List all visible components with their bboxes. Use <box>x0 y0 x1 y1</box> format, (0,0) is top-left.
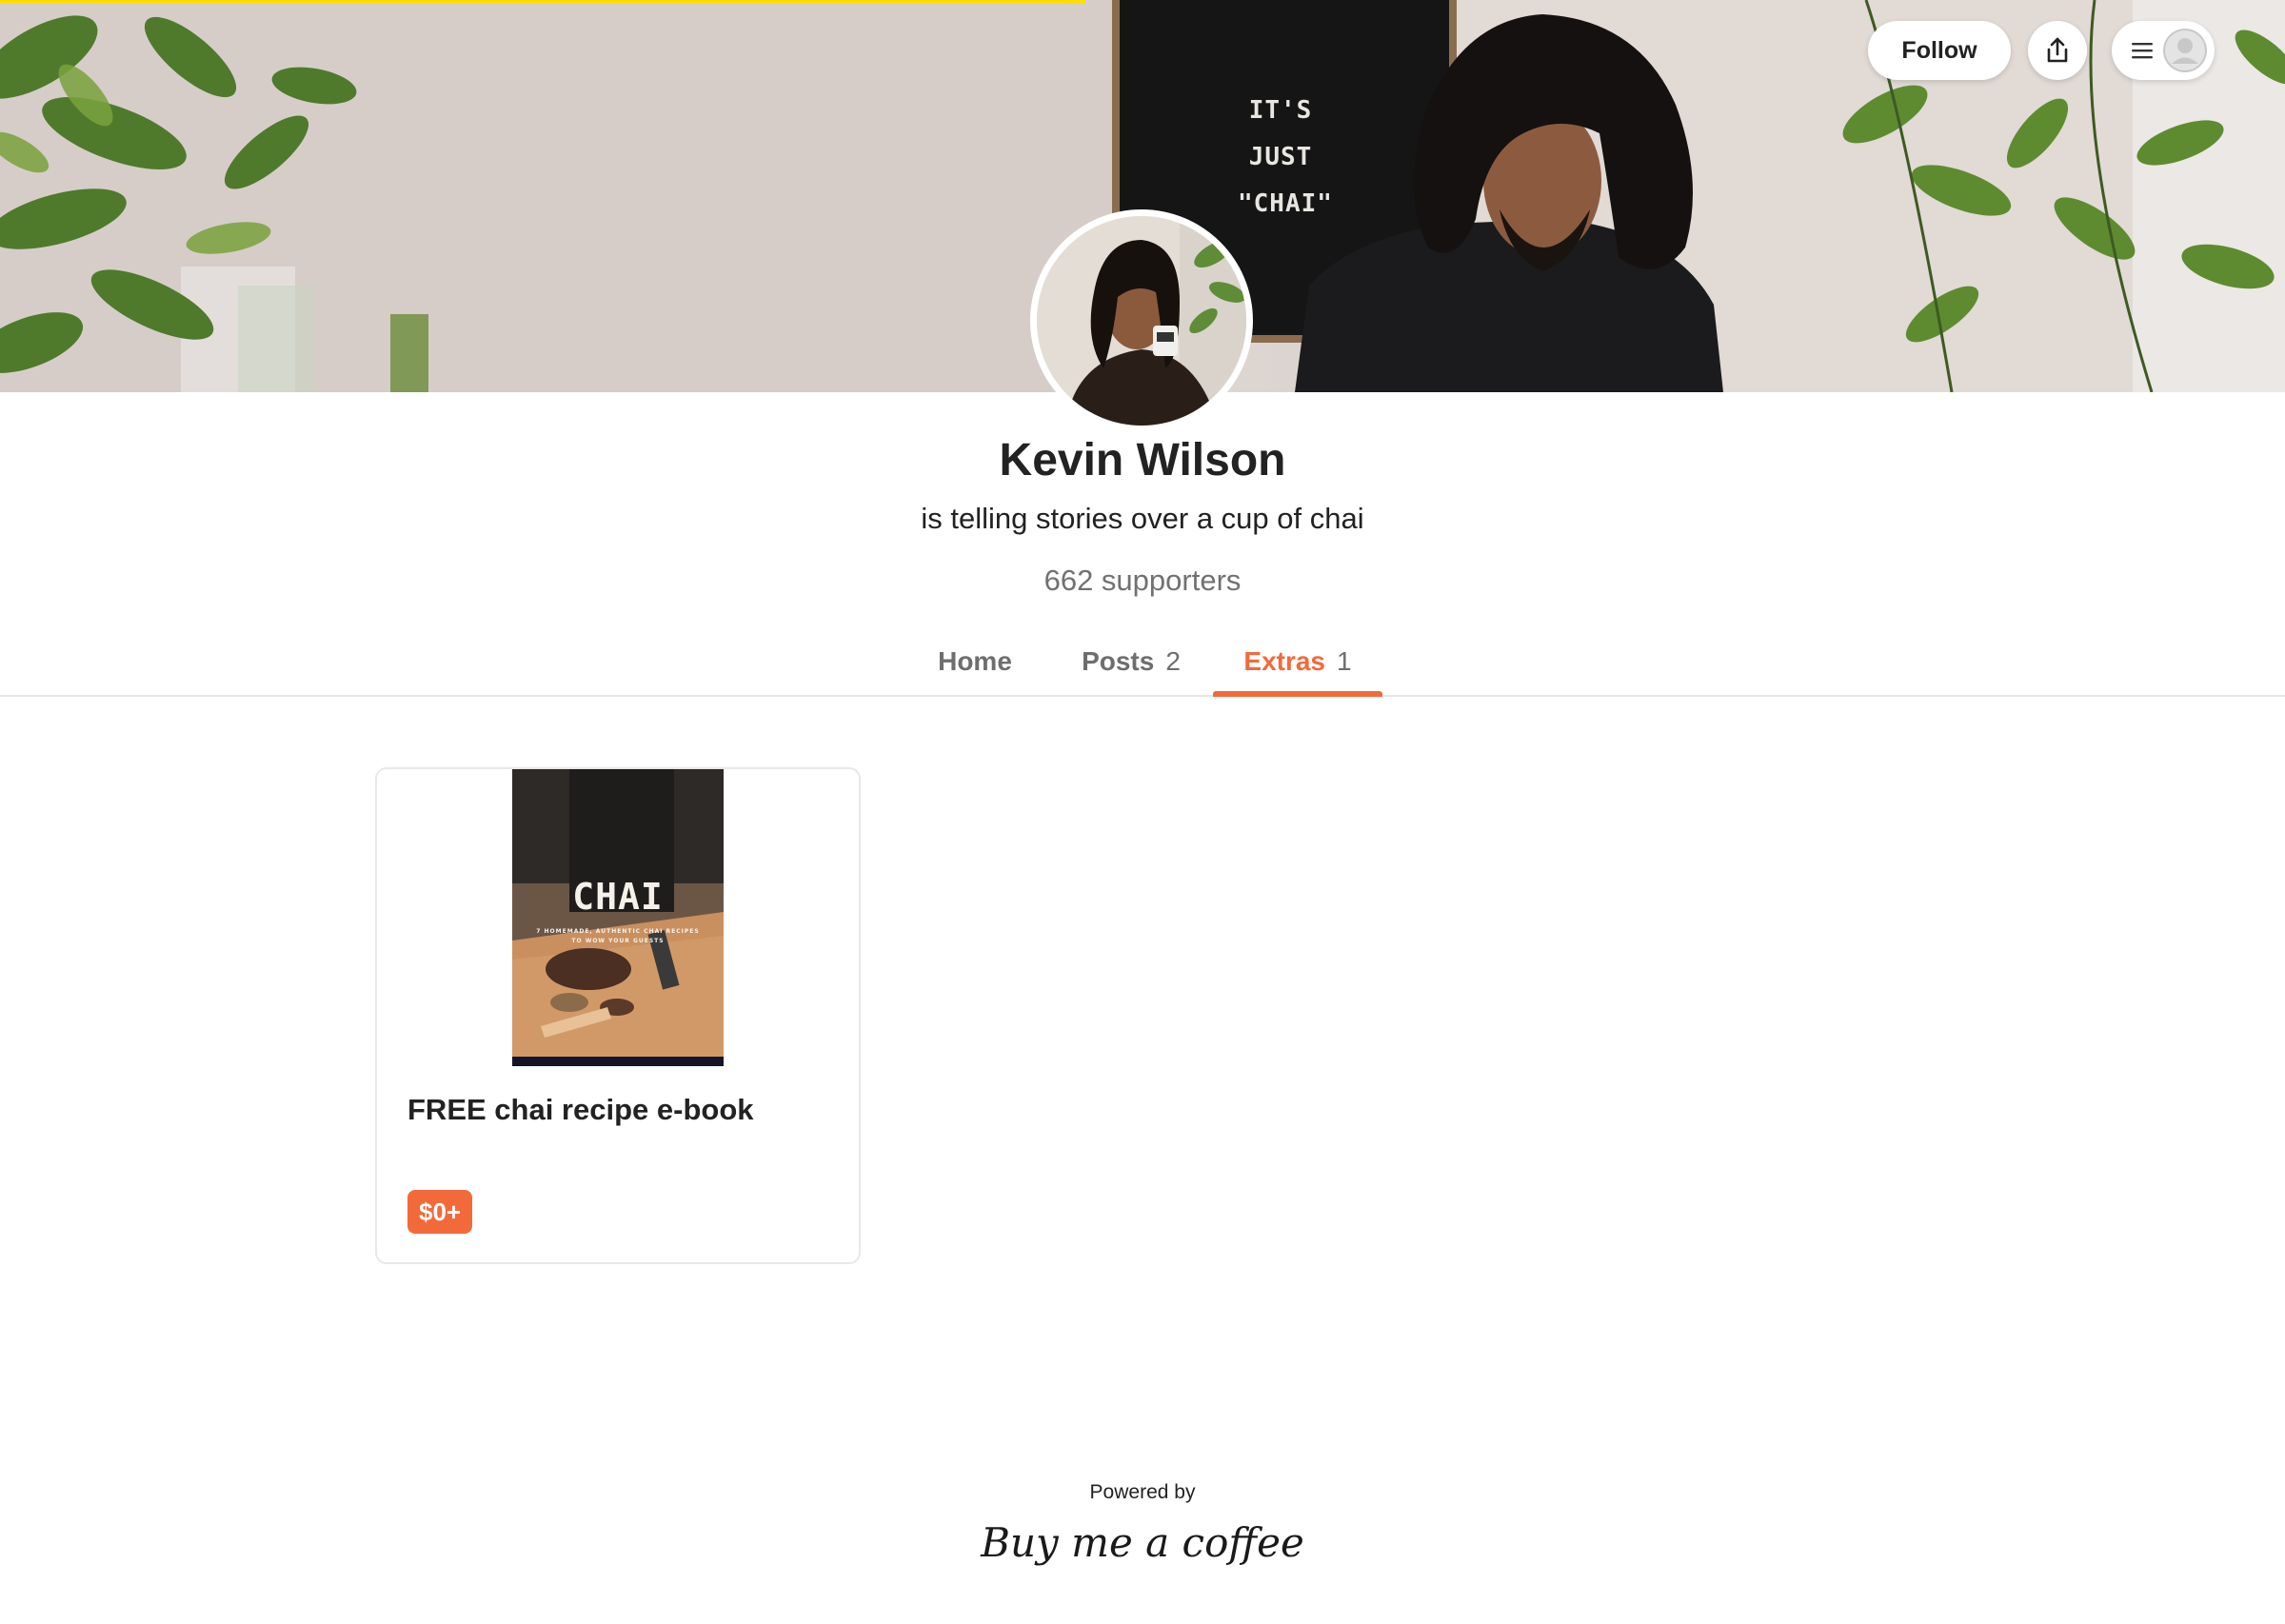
profile-tabs: Home Posts 2 Extras 1 <box>0 628 2285 697</box>
tab-label: Posts <box>1082 646 1155 676</box>
extra-title: FREE chai recipe e-book <box>407 1093 754 1126</box>
tab-home[interactable]: Home <box>912 628 1038 695</box>
tab-extras[interactable]: Extras 1 <box>1213 628 1382 697</box>
powered-by-label: Powered by <box>1089 1481 1196 1503</box>
tab-count: 1 <box>1337 646 1352 676</box>
letterboard-line: "CHAI" <box>1238 189 1333 218</box>
buymeacoffee-logo[interactable]: Buy me a coffee <box>0 1519 2285 1566</box>
extra-card[interactable]: CHAI 7 HOMEMADE, AUTHENTIC CHAI RECIPES … <box>375 767 861 1264</box>
profile-name: Kevin Wilson <box>999 435 1286 485</box>
ebook-cover-image: CHAI 7 HOMEMADE, AUTHENTIC CHAI RECIPES … <box>512 769 724 1066</box>
letterboard-line: JUST <box>1248 143 1313 171</box>
supporters-count: 662 supporters <box>1043 564 1242 597</box>
page-load-progress-bar <box>0 0 1085 4</box>
letterboard-text: IT'S JUST "CHAI" <box>1238 88 1333 228</box>
profile-tagline: is telling stories over a cup of chai <box>921 502 1364 535</box>
user-avatar-icon <box>2163 29 2207 72</box>
letterboard-line: IT'S <box>1248 96 1313 125</box>
ebook-cover-illustration <box>512 769 724 1066</box>
share-button[interactable] <box>2028 21 2087 80</box>
account-menu-button[interactable] <box>2112 21 2215 80</box>
tab-label: Extras <box>1243 646 1326 676</box>
follow-button[interactable]: Follow <box>1868 21 2011 80</box>
share-upload-icon <box>2047 37 2068 63</box>
hamburger-menu-icon <box>2132 43 2153 59</box>
ebook-cover-subtitle: 7 HOMEMADE, AUTHENTIC CHAI RECIPES TO WO… <box>536 928 700 944</box>
price-badge: $0+ <box>407 1190 473 1234</box>
profile-photo <box>1037 216 1246 426</box>
ebook-cover-title: CHAI <box>572 876 664 918</box>
tab-count: 2 <box>1165 646 1181 676</box>
tab-posts[interactable]: Posts 2 <box>1064 628 1198 695</box>
tab-label: Home <box>938 646 1012 676</box>
profile-avatar[interactable] <box>1030 209 1253 432</box>
